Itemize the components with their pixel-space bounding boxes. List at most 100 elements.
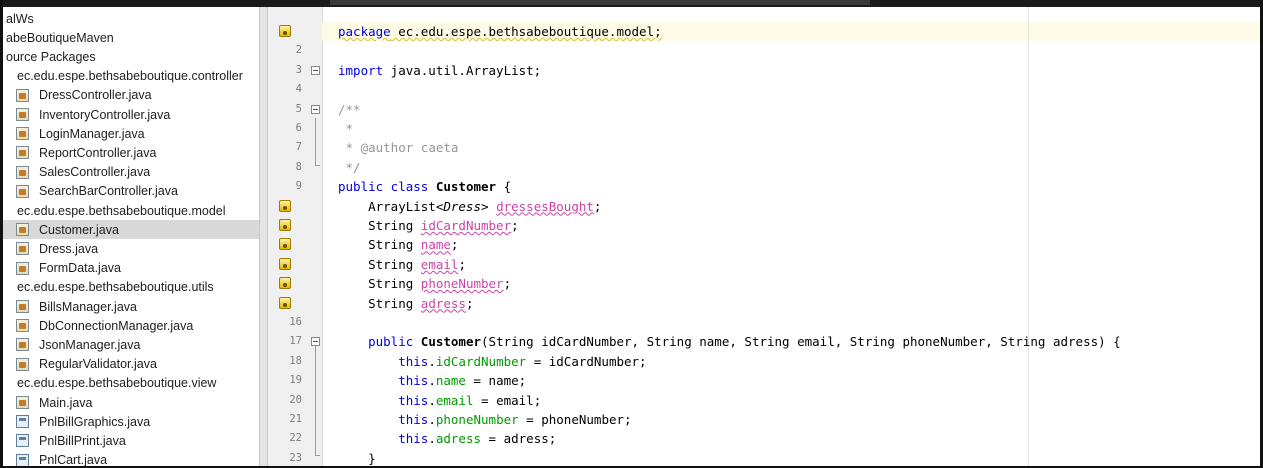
code-line[interactable]: String email; — [268, 255, 1260, 274]
code-line[interactable]: String phoneNumber; — [268, 274, 1260, 293]
code-token: @author — [360, 140, 414, 156]
code-line[interactable]: ArrayList<Dress> dressesBought; — [268, 197, 1260, 216]
code-line[interactable]: 2 — [268, 41, 1260, 60]
code-text: this.idCardNumber = idCardNumber; — [338, 352, 646, 371]
tree-item-label: RegularValidator.java — [39, 357, 157, 372]
tree-item[interactable]: JsonManager.java — [3, 335, 259, 354]
tree-item[interactable]: Main.java — [3, 393, 259, 412]
tree-item[interactable]: PnlBillGraphics.java — [3, 412, 259, 431]
code-token: = email; — [473, 392, 542, 408]
code-token: phoneNumber — [435, 412, 519, 427]
line-number: 21 — [289, 413, 302, 425]
form-file-icon — [16, 415, 29, 429]
line-number: 23 — [289, 451, 302, 464]
code-line[interactable]: 21 this.phoneNumber = phoneNumber; — [268, 410, 1260, 429]
tree-item[interactable]: SalesController.java — [3, 163, 259, 182]
code-token: = adress; — [481, 431, 557, 447]
tree-item-label: ource Packages — [6, 49, 96, 64]
code-token: String — [338, 237, 421, 253]
code-line[interactable]: 8 */ — [268, 158, 1260, 177]
code-token: this — [398, 353, 429, 369]
code-token: String — [338, 295, 421, 311]
tree-item[interactable]: PnlBillPrint.java — [3, 431, 259, 450]
code-line[interactable]: 5 /** — [268, 100, 1260, 119]
tree-item[interactable]: Customer.java — [3, 220, 259, 240]
warning-hint-icon[interactable] — [279, 199, 291, 212]
code-line[interactable]: 9 public class Customer { — [268, 177, 1260, 196]
warning-hint-icon[interactable] — [279, 219, 291, 231]
tree-item-label: LoginManager.java — [39, 126, 145, 141]
tree-item[interactable]: alWs — [3, 9, 259, 28]
code-token: import — [338, 62, 384, 78]
panel-splitter[interactable] — [259, 7, 268, 468]
code-line[interactable]: 20 this.email = email; — [268, 391, 1260, 410]
code-text: } — [338, 449, 376, 466]
warning-hint-icon[interactable] — [279, 25, 291, 37]
code-line[interactable]: String name; — [268, 235, 1260, 254]
code-token: > — [481, 198, 497, 214]
tree-item[interactable]: ec.edu.espe.bethsabeboutique.view — [3, 374, 259, 393]
tree-item[interactable]: InventoryController.java — [3, 105, 259, 124]
code-editor[interactable]: package ec.edu.espe.bethsabeboutique.mod… — [268, 7, 1260, 466]
code-line[interactable]: 19 this.name = name; — [268, 371, 1260, 390]
line-number: 2 — [295, 44, 302, 57]
fold-toggle-icon[interactable] — [311, 104, 320, 114]
tree-item[interactable]: Dress.java — [3, 239, 259, 258]
code-line[interactable]: 22 this.adress = adress; — [268, 429, 1260, 448]
code-token: ; — [465, 295, 474, 311]
code-line[interactable]: 16 — [268, 313, 1260, 332]
code-token: String — [338, 218, 421, 233]
tree-item[interactable]: FormData.java — [3, 259, 259, 278]
tree-item[interactable]: DbConnectionManager.java — [3, 316, 259, 335]
tree-item-label: ec.edu.espe.bethsabeboutique.utils — [17, 280, 214, 295]
fold-toggle-icon[interactable] — [311, 65, 320, 75]
tree-item-label: Main.java — [39, 395, 93, 410]
java-file-icon — [16, 396, 29, 409]
code-line[interactable]: 3 import java.util.ArrayList; — [268, 61, 1260, 80]
tree-item[interactable]: BillsManager.java — [3, 297, 259, 316]
warning-hint-icon[interactable] — [279, 296, 291, 309]
tree-item[interactable]: LoginManager.java — [3, 124, 259, 143]
tree-item-label: JsonManager.java — [39, 337, 141, 352]
code-token: (String idCardNumber, String name, Strin… — [481, 334, 1121, 350]
java-file-icon — [16, 223, 29, 237]
code-line[interactable]: 23 } — [268, 449, 1260, 466]
code-text: String email; — [338, 255, 466, 274]
code-text: ArrayList<Dress> dressesBought; — [338, 197, 601, 216]
project-tree[interactable]: alWs abeBoutiqueMaven ource Packages ec.edu… — [3, 7, 259, 468]
line-number: 16 — [289, 316, 302, 328]
code-token: = phoneNumber; — [518, 412, 632, 427]
code-line[interactable]: 17 public Customer(String idCardNumber, … — [268, 332, 1260, 351]
line-number: 7 — [295, 141, 302, 154]
tree-item[interactable]: RegularValidator.java — [3, 355, 259, 374]
tree-item[interactable]: ec.edu.espe.bethsabeboutique.model — [3, 201, 259, 220]
tree-item[interactable]: ec.edu.espe.bethsabeboutique.controller — [3, 67, 259, 86]
warning-hint-icon[interactable] — [279, 277, 291, 290]
warning-hint-icon[interactable] — [279, 257, 291, 270]
code-token: email — [435, 392, 474, 408]
fold-toggle-icon[interactable] — [311, 337, 320, 347]
code-line[interactable]: 6 * — [268, 119, 1260, 138]
tree-item[interactable]: ource Packages — [3, 47, 259, 66]
code-token: } — [338, 450, 376, 466]
code-line[interactable]: package ec.edu.espe.bethsabeboutique.mod… — [268, 22, 1260, 41]
code-line[interactable]: 7 * @author caeta — [268, 138, 1260, 157]
tree-item[interactable]: SearchBarController.java — [3, 182, 259, 201]
tree-item[interactable]: abeBoutiqueMaven — [3, 28, 259, 47]
code-text: this.email = email; — [338, 391, 541, 410]
tree-item-label: Customer.java — [39, 222, 119, 237]
code-token: /** — [338, 101, 361, 117]
code-line[interactable]: String adress; — [268, 294, 1260, 313]
tree-item-label: DressController.java — [39, 88, 152, 103]
code-line[interactable]: 18 this.idCardNumber = idCardNumber; — [268, 352, 1260, 371]
code-token: . — [428, 373, 436, 389]
toolbar-buttons[interactable] — [330, 0, 870, 5]
tree-item[interactable]: ReportController.java — [3, 143, 259, 162]
code-line[interactable]: String idCardNumber; — [268, 216, 1260, 235]
tree-item[interactable]: ec.edu.espe.bethsabeboutique.utils — [3, 278, 259, 297]
warning-hint-icon[interactable] — [279, 238, 291, 251]
tree-item-label: SalesController.java — [39, 165, 151, 180]
tree-item[interactable]: DressController.java — [3, 86, 259, 105]
code-line[interactable]: 4 — [268, 80, 1260, 99]
tree-item-label: FormData.java — [39, 261, 121, 276]
